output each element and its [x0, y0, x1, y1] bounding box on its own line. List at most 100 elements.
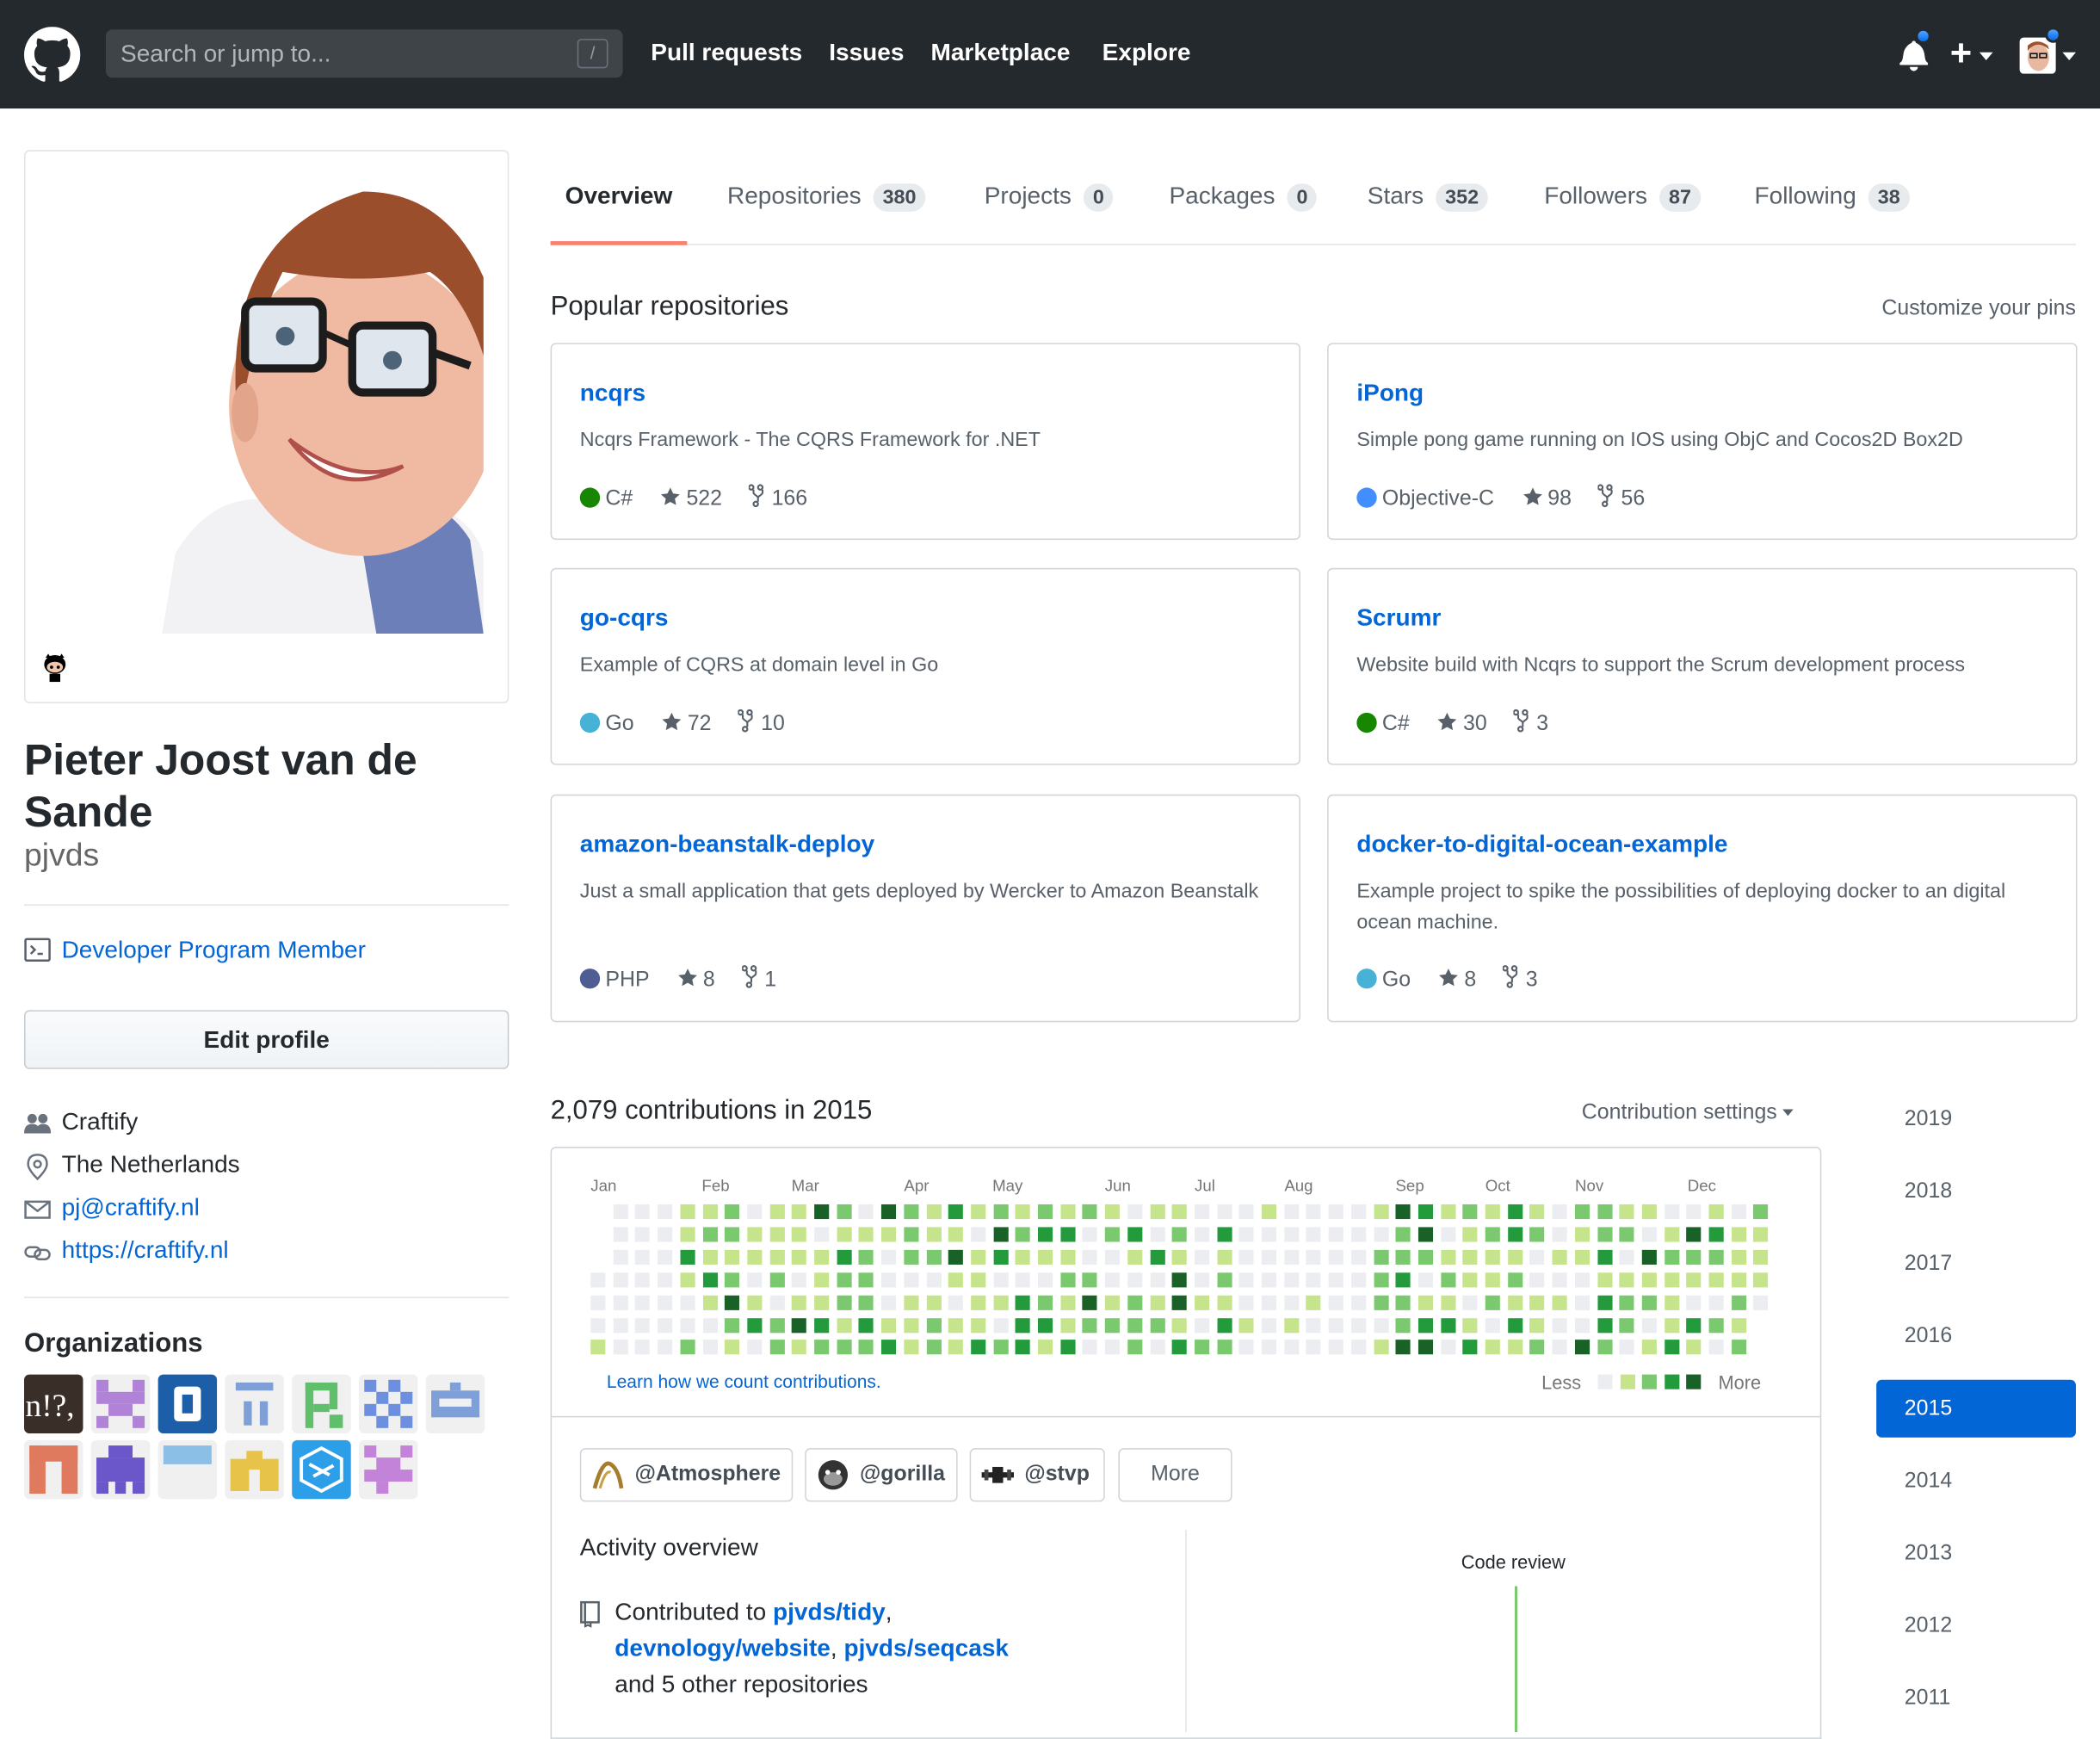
contribution-day-cell[interactable] — [837, 1317, 852, 1333]
repo-stars[interactable]: 8 — [676, 968, 715, 993]
contribution-day-cell[interactable] — [1462, 1249, 1478, 1265]
contribution-day-cell[interactable] — [1350, 1227, 1366, 1242]
contribution-day-cell[interactable] — [1037, 1295, 1053, 1310]
contribution-day-cell[interactable] — [1059, 1340, 1076, 1355]
contribution-day-cell[interactable] — [814, 1295, 830, 1310]
contribution-day-cell[interactable] — [814, 1272, 830, 1287]
contribution-day-cell[interactable] — [1574, 1317, 1590, 1333]
contribution-day-cell[interactable] — [747, 1249, 763, 1265]
contribution-day-cell[interactable] — [1686, 1295, 1702, 1310]
contribution-day-cell[interactable] — [590, 1340, 606, 1355]
org-avatar[interactable] — [225, 1439, 284, 1500]
contribution-day-cell[interactable] — [1059, 1249, 1076, 1265]
year-link-2011[interactable]: 2011 — [1876, 1669, 2076, 1727]
contribution-day-cell[interactable] — [725, 1227, 740, 1242]
contribution-day-cell[interactable] — [1395, 1227, 1411, 1242]
contribution-day-cell[interactable] — [1216, 1317, 1232, 1333]
contribution-day-cell[interactable] — [1395, 1295, 1411, 1310]
contribution-day-cell[interactable] — [1686, 1249, 1702, 1265]
contribution-day-cell[interactable] — [1373, 1317, 1388, 1333]
contribution-day-cell[interactable] — [1731, 1317, 1746, 1333]
search-box[interactable]: / — [105, 29, 623, 78]
edit-profile-button[interactable]: Edit profile — [24, 1010, 510, 1069]
contribution-day-cell[interactable] — [1104, 1227, 1121, 1242]
contribution-day-cell[interactable] — [1127, 1340, 1143, 1355]
contribution-day-cell[interactable] — [1016, 1227, 1031, 1242]
contribution-day-cell[interactable] — [1283, 1272, 1299, 1287]
contribution-day-cell[interactable] — [837, 1340, 852, 1355]
contribution-day-cell[interactable] — [1216, 1249, 1232, 1265]
contribution-day-cell[interactable] — [725, 1272, 740, 1287]
contribution-day-cell[interactable] — [1619, 1317, 1634, 1333]
contribution-day-cell[interactable] — [1059, 1272, 1076, 1287]
contribution-day-cell[interactable] — [613, 1227, 628, 1242]
contribution-day-cell[interactable] — [1641, 1272, 1657, 1287]
contribution-day-cell[interactable] — [792, 1272, 807, 1287]
contribution-day-cell[interactable] — [1037, 1340, 1053, 1355]
contribution-day-cell[interactable] — [1216, 1295, 1232, 1310]
contribution-day-cell[interactable] — [1619, 1272, 1634, 1287]
contribution-day-cell[interactable] — [1529, 1249, 1545, 1265]
repo-name-link[interactable]: go-cqrs — [580, 604, 669, 633]
contribution-day-cell[interactable] — [1597, 1227, 1612, 1242]
contribution-day-cell[interactable] — [1082, 1295, 1098, 1310]
contribution-day-cell[interactable] — [1306, 1272, 1321, 1287]
contribution-day-cell[interactable] — [948, 1227, 964, 1242]
contribution-day-cell[interactable] — [1440, 1227, 1455, 1242]
year-link-2019[interactable]: 2019 — [1876, 1091, 2076, 1148]
contribution-day-cell[interactable] — [680, 1340, 695, 1355]
contribution-day-cell[interactable] — [613, 1295, 628, 1310]
contribution-day-cell[interactable] — [1552, 1272, 1567, 1287]
contribution-day-cell[interactable] — [1216, 1272, 1232, 1287]
contribution-day-cell[interactable] — [1462, 1317, 1478, 1333]
contribution-day-cell[interactable] — [1373, 1340, 1388, 1355]
contribution-day-cell[interactable] — [1261, 1295, 1276, 1310]
contribution-day-cell[interactable] — [837, 1249, 852, 1265]
repo-stars[interactable]: 30 — [1436, 711, 1487, 737]
year-link-2018[interactable]: 2018 — [1876, 1163, 2076, 1221]
contribution-day-cell[interactable] — [747, 1272, 763, 1287]
org-avatar[interactable] — [359, 1374, 418, 1434]
contribution-day-cell[interactable] — [1261, 1317, 1276, 1333]
org-avatar[interactable] — [359, 1439, 418, 1500]
contribution-day-cell[interactable] — [1059, 1317, 1076, 1333]
contribution-day-cell[interactable] — [926, 1227, 942, 1242]
org-avatar[interactable] — [90, 1374, 151, 1434]
contribution-day-cell[interactable] — [613, 1340, 628, 1355]
more-orgs-button[interactable]: More — [1118, 1448, 1232, 1502]
org-filter-stvp[interactable]: @stvp — [969, 1448, 1105, 1502]
org-filter-atmosphere[interactable]: @Atmosphere — [579, 1448, 794, 1502]
contribution-day-cell[interactable] — [1216, 1204, 1232, 1220]
contribution-day-cell[interactable] — [814, 1317, 830, 1333]
org-avatar[interactable] — [225, 1374, 284, 1434]
contribution-day-cell[interactable] — [1373, 1272, 1388, 1287]
contribution-day-cell[interactable] — [635, 1249, 651, 1265]
contribution-day-cell[interactable] — [1731, 1272, 1746, 1287]
contribution-day-cell[interactable] — [725, 1340, 740, 1355]
repo-forks[interactable]: 3 — [1513, 709, 1548, 737]
contribution-day-cell[interactable] — [971, 1317, 986, 1333]
contribution-day-cell[interactable] — [1485, 1227, 1500, 1242]
contribution-day-cell[interactable] — [1395, 1249, 1411, 1265]
contribution-day-cell[interactable] — [1664, 1317, 1679, 1333]
contribution-day-cell[interactable] — [1619, 1295, 1634, 1310]
contributed-repo-link[interactable]: pjvds/tidy — [773, 1598, 886, 1625]
contribution-day-cell[interactable] — [702, 1295, 718, 1310]
contribution-day-cell[interactable] — [635, 1340, 651, 1355]
contribution-day-cell[interactable] — [1127, 1317, 1143, 1333]
contribution-day-cell[interactable] — [1261, 1340, 1276, 1355]
contribution-day-cell[interactable] — [1306, 1295, 1321, 1310]
contribution-day-cell[interactable] — [1171, 1204, 1188, 1220]
contribution-day-cell[interactable] — [1641, 1317, 1657, 1333]
profile-avatar[interactable] — [24, 150, 510, 703]
contribution-day-cell[interactable] — [1059, 1295, 1076, 1310]
contribution-day-cell[interactable] — [1462, 1204, 1478, 1220]
contribution-day-cell[interactable] — [613, 1317, 628, 1333]
contribution-day-cell[interactable] — [635, 1204, 651, 1220]
contribution-day-cell[interactable] — [926, 1317, 942, 1333]
nav-explore[interactable]: Explore — [1102, 39, 1191, 67]
contribution-day-cell[interactable] — [1171, 1249, 1188, 1265]
contribution-day-cell[interactable] — [1127, 1295, 1143, 1310]
contribution-day-cell[interactable] — [1395, 1204, 1411, 1220]
contribution-day-cell[interactable] — [1641, 1340, 1657, 1355]
